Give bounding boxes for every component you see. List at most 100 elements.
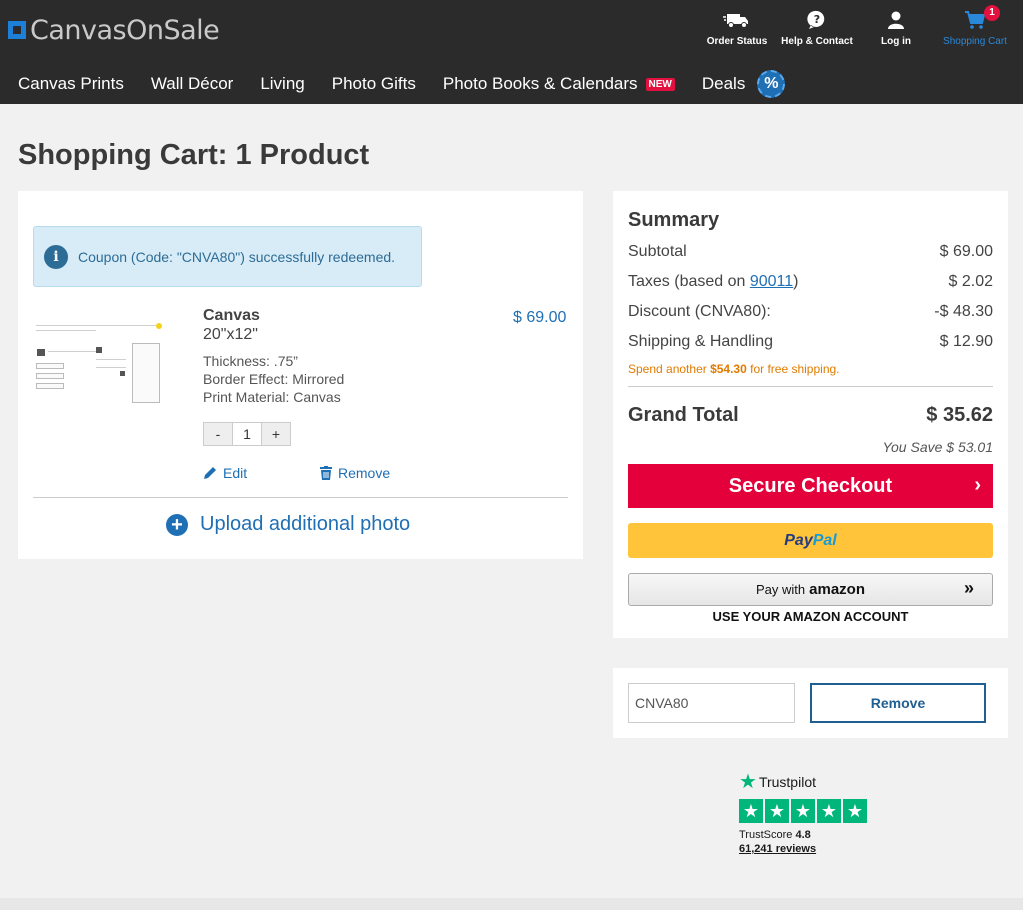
nav-living[interactable]: Living [260, 74, 304, 94]
quantity-stepper: - 1 + [203, 422, 291, 446]
star-icon: ★ [765, 799, 789, 823]
remove-label: Remove [338, 465, 391, 481]
trustscore-value: 4.8 [795, 829, 811, 841]
svg-text:?: ? [814, 13, 820, 26]
qty-increase-button[interactable]: + [262, 423, 290, 445]
product-thumbnail[interactable] [34, 323, 164, 403]
subtotal-row: Subtotal $ 69.00 [628, 243, 993, 261]
site-header: CanvasOnSale Order Status ? Help & Conta… [0, 0, 1023, 104]
free-shipping-note: Spend another $54.30 for free shipping. [628, 362, 840, 376]
user-icon [888, 11, 904, 29]
reviews-link[interactable]: 61,241 reviews [739, 843, 879, 855]
shopping-cart-label: Shopping Cart [943, 36, 1007, 47]
you-save-text: You Save $ 53.01 [882, 439, 993, 455]
trustpilot-rating-stars: ★ ★ ★ ★ ★ [739, 799, 879, 823]
discount-row: Discount (CNVA80): -$ 48.30 [628, 303, 993, 321]
summary-title: Summary [628, 209, 720, 231]
star-icon: ★ [843, 799, 867, 823]
trustpilot-logo: ★ Trustpilot [739, 771, 879, 793]
order-summary: Summary Subtotal $ 69.00 Taxes (based on… [613, 191, 1008, 638]
taxes-label-close: ) [793, 273, 799, 290]
upload-photo-button[interactable]: + Upload additional photo [166, 513, 410, 536]
help-contact-link[interactable]: ? Help & Contact [780, 10, 854, 54]
nav-canvas-prints[interactable]: Canvas Prints [18, 74, 124, 94]
order-status-label: Order Status [706, 36, 768, 47]
remove-coupon-label: Remove [870, 695, 926, 711]
star-icon: ★ [817, 799, 841, 823]
paypal-logo-pay: Pay [784, 531, 813, 549]
edit-button[interactable]: Edit [203, 465, 247, 481]
plus-circle-icon: + [166, 513, 188, 536]
checkout-label: Secure Checkout [728, 474, 893, 497]
trustscore: TrustScore 4.8 [739, 829, 879, 841]
taxes-value: $ 2.02 [948, 273, 993, 290]
amazon-pay-button[interactable]: Pay with amazon » [628, 573, 993, 606]
coupon-success-message: i Coupon (Code: "CNVA80") successfully r… [33, 226, 422, 287]
nav-label: Photo Books & Calendars [442, 74, 638, 93]
cart-icon [965, 11, 986, 29]
trustpilot-widget[interactable]: ★ Trustpilot ★ ★ ★ ★ ★ TrustScore 4.8 61… [739, 771, 879, 855]
star-icon: ★ [791, 799, 815, 823]
nav-label: Photo Gifts [331, 74, 416, 93]
taxes-label: Taxes (based on 90011) [628, 273, 799, 291]
upload-label: Upload additional photo [200, 513, 411, 535]
free-ship-text: for free shipping. [746, 362, 840, 376]
logo-mark-icon [8, 21, 26, 39]
grand-total-label: Grand Total [628, 404, 739, 426]
page-title: Shopping Cart: 1 Product [18, 139, 370, 171]
trustpilot-brand: Trustpilot [758, 774, 816, 790]
footer-strip [0, 898, 1023, 910]
product-attribute: Border Effect: Mirrored [203, 371, 345, 387]
free-ship-text: Spend another [628, 362, 711, 376]
product-attribute: Print Material: Canvas [203, 389, 341, 405]
nav-deals[interactable]: Deals% [702, 70, 786, 98]
cart-count-badge: 1 [984, 5, 1000, 21]
product-price: $ 69.00 [513, 309, 567, 326]
main-nav: Canvas Prints Wall Décor Living Photo Gi… [0, 64, 1023, 104]
help-icon: ? [807, 10, 825, 30]
subtotal-label: Subtotal [628, 243, 687, 260]
shipping-value: $ 12.90 [939, 333, 993, 350]
double-chevron-icon: » [963, 578, 974, 598]
login-link[interactable]: Log in [874, 10, 918, 54]
coupon-code-input[interactable] [628, 683, 795, 723]
remove-item-button[interactable]: Remove [320, 465, 390, 481]
chevron-right-icon: › [974, 474, 981, 496]
cart-panel: i Coupon (Code: "CNVA80") successfully r… [18, 191, 583, 559]
secure-checkout-button[interactable]: Secure Checkout › [628, 464, 993, 508]
nav-photo-gifts[interactable]: Photo Gifts [332, 74, 416, 94]
qty-decrease-button[interactable]: - [204, 423, 232, 445]
pencil-icon [204, 467, 216, 479]
grand-total-value: $ 35.62 [926, 404, 993, 426]
qty-input[interactable]: 1 [232, 423, 262, 445]
order-status-link[interactable]: Order Status [706, 10, 768, 54]
nav-label: Wall Décor [150, 74, 234, 93]
coupon-box: Remove [613, 668, 1008, 738]
shopping-cart-link[interactable]: 1 Shopping Cart [940, 5, 1010, 54]
help-contact-label: Help & Contact [781, 36, 853, 47]
site-logo[interactable]: CanvasOnSale [8, 14, 220, 46]
coupon-message-text: Coupon (Code: "CNVA80") successfully red… [78, 248, 396, 265]
nav-wall-decor[interactable]: Wall Décor [151, 74, 234, 94]
truck-icon [723, 14, 748, 28]
amazon-pay-label: Pay with [756, 582, 806, 597]
trustpilot-star-icon: ★ [739, 771, 757, 793]
amazon-logo: amazon [809, 581, 865, 598]
nav-photo-books[interactable]: Photo Books & Calendars NEW [443, 74, 675, 94]
logo-text: CanvasOnSale [30, 14, 220, 46]
star-icon: ★ [739, 799, 763, 823]
trash-icon [320, 466, 332, 480]
new-badge: NEW [645, 77, 675, 91]
shipping-label: Shipping & Handling [628, 333, 773, 350]
grand-total-row: Grand Total $ 35.62 [628, 404, 993, 427]
divider [33, 497, 568, 498]
percent-badge-icon: % [757, 70, 786, 98]
taxes-label-text: Taxes (based on [628, 273, 750, 290]
remove-coupon-button[interactable]: Remove [810, 683, 986, 723]
paypal-button[interactable]: Pay Pal [628, 523, 993, 558]
zip-code-link[interactable]: 90011 [750, 273, 793, 290]
product-size: 20"x12" [203, 326, 258, 343]
shipping-row: Shipping & Handling $ 12.90 [628, 333, 993, 351]
amazon-account-note: USE YOUR AMAZON ACCOUNT [712, 609, 909, 624]
discount-label: Discount (CNVA80): [628, 303, 771, 320]
